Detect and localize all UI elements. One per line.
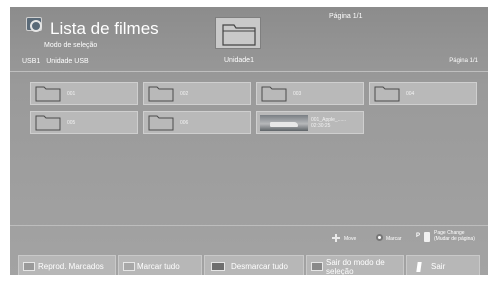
header-divider (10, 71, 488, 72)
folder-item[interactable]: 002 (143, 82, 251, 105)
folder-label: 004 (406, 91, 415, 97)
folder-label: 003 (293, 91, 302, 97)
red-key-icon (23, 262, 35, 271)
folder-icon (374, 86, 400, 102)
folder-item[interactable]: 004 (369, 82, 477, 105)
exit-selection-mode-button[interactable]: Sair do modo de seleção (306, 255, 404, 275)
mode-label: Modo de seleção (44, 42, 98, 49)
exit-icon (416, 262, 422, 272)
folder-label: 006 (180, 120, 189, 126)
movie-list-screen: Lista de filmes Modo de seleção USB1 Uni… (10, 7, 488, 275)
film-reel-icon (26, 17, 42, 32)
folder-icon (35, 115, 61, 131)
video-info: 001_Apple_...... 02:30:25 (311, 117, 346, 129)
folder-icon (215, 17, 261, 49)
move-arrows-icon (332, 234, 340, 242)
breadcrumb-usb-drive[interactable]: Unidade USB (46, 58, 88, 65)
header: Lista de filmes Modo de seleção USB1 Uni… (10, 7, 488, 71)
file-grid: 001 002 003 004 005 006 001_Apple_......… (30, 82, 480, 222)
hint-page-change-sub: (Mudar de página) (434, 236, 475, 242)
folder-label: 001 (67, 91, 76, 97)
unmark-all-button[interactable]: Desmarcar tudo (204, 255, 304, 275)
play-marked-label: Reprod. Marcados (38, 262, 104, 271)
folder-item[interactable]: 003 (256, 82, 364, 105)
breadcrumb-usb[interactable]: USB1 (22, 58, 40, 65)
hint-move-label: Move (344, 236, 357, 242)
exit-button[interactable]: Sair (406, 255, 480, 275)
folder-icon (35, 86, 61, 102)
action-bar: Reprod. Marcados Marcar tudo Desmarcar t… (18, 255, 480, 275)
unmark-all-label: Desmarcar tudo (231, 262, 288, 271)
breadcrumb: USB1 Unidade USB (22, 58, 93, 65)
mark-all-button[interactable]: Marcar tudo (118, 255, 202, 275)
folder-icon (148, 86, 174, 102)
blue-key-icon (311, 262, 323, 271)
play-marked-button[interactable]: Reprod. Marcados (18, 255, 116, 275)
exit-selection-mode-label: Sair do modo de seleção (326, 258, 385, 275)
ok-button-icon (376, 234, 383, 241)
folder-icon (148, 115, 174, 131)
page-indicator-top: Página 1/1 (329, 13, 363, 20)
hint-page-change-label: Page Change (Mudar de página) (434, 230, 475, 242)
folder-icon (261, 86, 287, 102)
video-duration: 02:30:25 (311, 123, 331, 129)
video-item[interactable]: 001_Apple_...... 02:30:25 (256, 111, 364, 134)
hint-mark-label: Marcar (386, 236, 402, 242)
current-folder-label: Unidade1 (224, 57, 254, 64)
folder-item[interactable]: 005 (30, 111, 138, 134)
green-key-icon (123, 262, 135, 271)
footer-divider (10, 225, 488, 226)
mark-all-label: Marcar tudo (137, 262, 180, 271)
yellow-key-icon (211, 262, 225, 271)
video-thumbnail (260, 115, 308, 131)
folder-item[interactable]: 006 (143, 111, 251, 134)
folder-item[interactable]: 001 (30, 82, 138, 105)
page-title: Lista de filmes (50, 19, 159, 38)
exit-label: Sair (431, 262, 446, 271)
folder-label: 002 (180, 91, 189, 97)
page-indicator: Página 1/1 (449, 58, 478, 64)
folder-label: 005 (67, 120, 76, 126)
page-key-icon: P (416, 233, 421, 239)
page-rocker-icon (424, 232, 430, 242)
